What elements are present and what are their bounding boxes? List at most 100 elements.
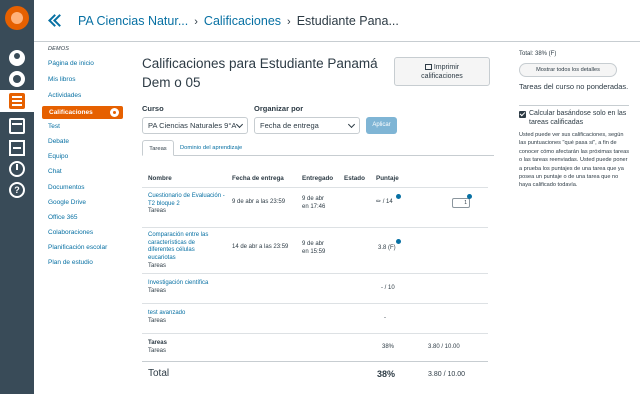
printer-icon	[424, 64, 432, 70]
history-icon[interactable]	[9, 161, 25, 177]
chevron-down-icon	[347, 120, 356, 129]
breadcrumb-separator: ›	[287, 16, 291, 28]
course-select-value: PA Ciencias Naturales 9°A	[148, 121, 237, 130]
grade-tabs: Tareas Dominio del aprendizaje	[142, 140, 494, 156]
tab-learning-mastery[interactable]: Dominio del aprendizaje	[180, 140, 242, 156]
score-value: / 14	[382, 199, 393, 205]
table-row: test avanzado Tareas -	[142, 303, 488, 333]
order-select[interactable]: Fecha de entrega	[254, 117, 360, 134]
tab-assignments[interactable]: Tareas	[142, 140, 174, 156]
rubric-count: 1	[464, 200, 467, 206]
course-select[interactable]: PA Ciencias Naturales 9°A	[142, 117, 248, 134]
whatif-note: Usted puede ver sus calificaciones, segú…	[519, 132, 630, 189]
assignment-link[interactable]: Cuestionario de Evaluación - T2 bloque 2	[148, 193, 226, 208]
apply-button[interactable]: Aplicar	[366, 117, 397, 134]
submitted-date: 9 de abr	[302, 196, 325, 202]
graded-only-label[interactable]: Calcular basándose solo en las tareas ca…	[529, 110, 635, 127]
courses-icon[interactable]	[9, 93, 25, 109]
breadcrumb-separator: ›	[194, 16, 198, 28]
calendar-icon[interactable]	[9, 118, 25, 134]
order-select-value: Fecha de entrega	[260, 121, 319, 130]
assignment-group: Tareas	[148, 208, 167, 214]
print-button-line2: calificaciones	[421, 73, 463, 80]
course-nav-item-label: Calificaciones	[49, 109, 93, 116]
chevron-down-icon	[235, 120, 244, 129]
course-nav-item-google-drive[interactable]: Google Drive	[48, 199, 86, 206]
rubric-unread-dot-icon	[467, 194, 472, 199]
due-date: 9 de abr a las 23:59	[232, 199, 286, 205]
course-nav-item-home[interactable]: Página de inicio	[48, 60, 94, 67]
breadcrumb: PA Ciencias Natur... › Calificaciones › Estu…	[78, 14, 399, 28]
due-date: 14 de abr a las 23:59	[232, 244, 289, 250]
table-row: Comparación entre las características de…	[142, 227, 488, 273]
order-select-label: Organizar por	[254, 104, 304, 113]
total-points: 3.80 / 10.00	[428, 371, 465, 378]
column-header-name: Nombre	[148, 175, 172, 182]
course-nav-item-collaborations[interactable]: Colaboraciones	[48, 229, 93, 236]
score[interactable]: -	[384, 315, 386, 323]
school-logo[interactable]	[5, 6, 29, 30]
assignment-link[interactable]: test avanzado	[148, 310, 238, 318]
score[interactable]: 3.8 (F)	[378, 245, 396, 253]
column-header-due: Fecha de entrega	[232, 175, 284, 182]
breadcrumb-grades[interactable]: Calificaciones	[204, 14, 281, 28]
rubric-icon[interactable]: 1	[452, 198, 470, 208]
print-button-line1: Imprimir	[433, 64, 460, 71]
whatif-pencil-icon[interactable]: ✏︎	[376, 199, 381, 205]
help-icon[interactable]: ?	[9, 182, 25, 198]
graded-only-checkbox[interactable]	[519, 111, 526, 118]
total-row: Total 38% 3.80 / 10.00	[142, 361, 488, 387]
unweighted-note: Tareas del curso no ponderadas.	[519, 82, 629, 91]
course-nav-item-documents[interactable]: Documentos	[48, 184, 85, 191]
assignment-group: Tareas	[148, 263, 167, 269]
course-nav-item-office-365[interactable]: Office 365	[48, 214, 78, 221]
course-nav-item-syllabus[interactable]: Plan de estudio	[48, 259, 93, 266]
submitted-time: en 17:46	[302, 204, 326, 210]
sidebar-total: Total: 38% (F)	[519, 51, 557, 57]
score[interactable]: ✏︎ / 14	[376, 199, 393, 207]
collapse-nav-icon[interactable]	[46, 12, 62, 28]
course-nav-item-chat[interactable]: Chat	[48, 168, 62, 175]
account-icon[interactable]	[9, 50, 25, 66]
page-title: Calificaciones para Estudiante Panamá De…	[142, 56, 378, 90]
submitted-time: en 15:59	[302, 249, 326, 255]
admin-icon[interactable]	[9, 71, 25, 87]
course-nav-item-grades[interactable]: Calificaciones	[42, 106, 123, 119]
assignment-link[interactable]: Comparación entre las características de…	[148, 232, 218, 262]
score[interactable]: - / 10	[381, 285, 395, 293]
assignment-group: Tareas	[148, 318, 167, 324]
page-header: PA Ciencias Natur... › Calificaciones › Estu…	[34, 0, 640, 42]
settings-gear-icon[interactable]	[110, 108, 119, 117]
total-label: Total	[148, 368, 170, 379]
course-nav-item-debate[interactable]: Debate	[48, 138, 69, 145]
sidebar-divider	[519, 105, 629, 106]
group-points: 3.80 / 10.00	[428, 344, 460, 350]
table-row: Investigación científica Tareas - / 10	[142, 273, 488, 303]
global-nav: ?	[0, 0, 34, 394]
column-header-status: Estado	[344, 175, 365, 182]
course-nav-item-team[interactable]: Equipo	[48, 153, 68, 160]
table-row: Cuestionario de Evaluación - T2 bloque 2…	[142, 187, 488, 227]
submitted-date: 9 de abr	[302, 241, 325, 247]
column-header-submitted: Entregado	[302, 175, 334, 182]
group-name: Tareas	[148, 340, 167, 346]
total-percent: 38%	[377, 369, 396, 379]
assignment-group: Tareas	[148, 288, 167, 294]
breadcrumb-course[interactable]: PA Ciencias Natur...	[78, 14, 188, 28]
unread-dot-icon	[396, 194, 401, 199]
print-grades-button[interactable]: Imprimir calificaciones	[394, 57, 490, 86]
breadcrumb-current: Estudiante Pana...	[296, 14, 399, 28]
course-nav-item-planning[interactable]: Planificación escolar	[48, 244, 107, 251]
term-label: DEMOS	[48, 46, 70, 52]
column-header-score: Puntaje	[376, 175, 399, 182]
show-all-details-button[interactable]: Mostrar todos los detalles	[519, 63, 617, 77]
course-select-label: Curso	[142, 104, 164, 113]
course-nav-item-activities[interactable]: Actividades	[48, 92, 81, 99]
inbox-icon[interactable]	[9, 140, 25, 156]
course-nav-item-books[interactable]: Mis libros	[48, 76, 75, 83]
course-nav-item-test[interactable]: Test	[48, 123, 60, 130]
group-percent: 38%	[382, 344, 395, 350]
group-total-row: Tareas Tareas 38% 3.80 / 10.00	[142, 333, 488, 361]
unread-dot-icon	[396, 239, 401, 244]
assignment-link[interactable]: Investigación científica	[148, 280, 238, 288]
